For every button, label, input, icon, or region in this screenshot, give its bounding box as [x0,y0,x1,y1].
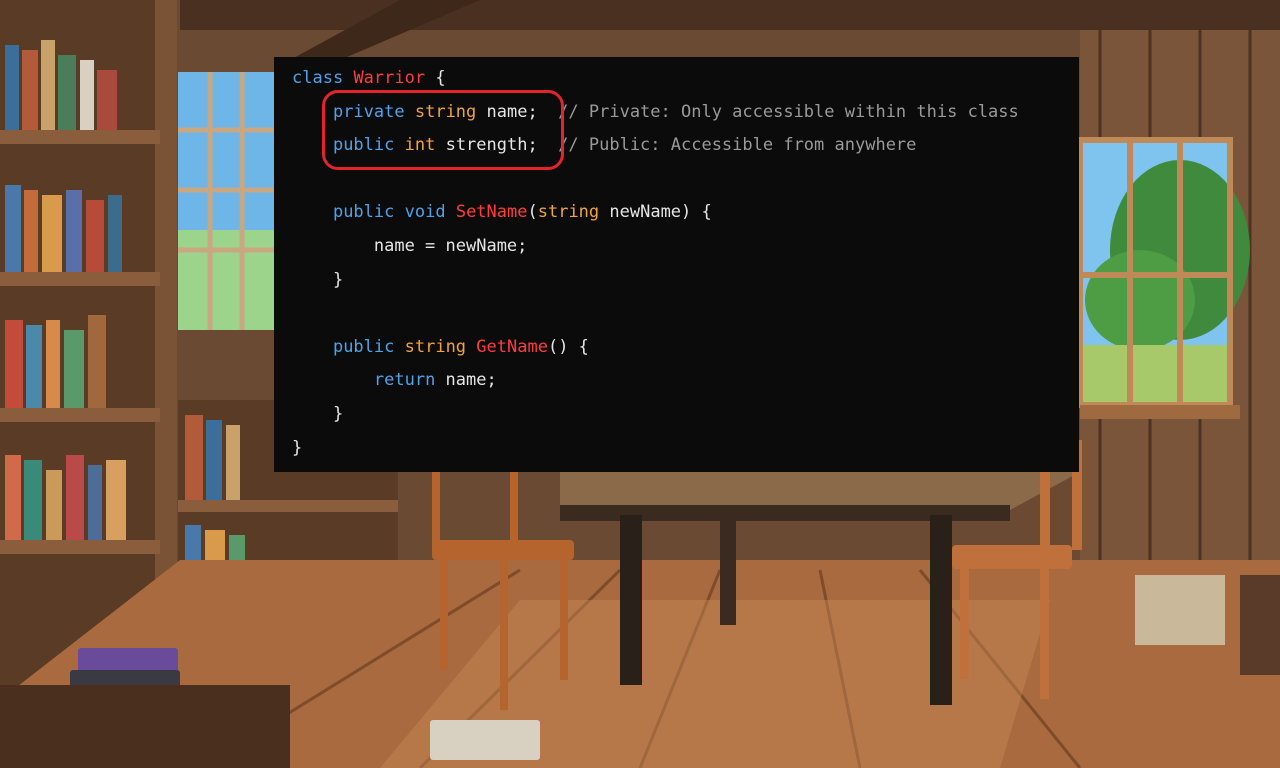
code-line: class Warrior { [292,66,446,90]
code-token: SetName [455,202,528,223]
code-token: { [425,68,446,88]
code-line: return name; [292,368,497,392]
code-token: string [404,336,467,357]
code-line: public string GetName() { [292,335,589,359]
code-line: } [292,436,302,460]
code-token: name; [435,370,497,391]
code-comment: // Public: Accessible from anywhere [537,135,917,156]
code-token: GetName [476,336,548,357]
code-token: return [373,370,436,391]
code-token: string [537,202,600,223]
code-token: } [292,404,344,424]
code-line: } [292,402,343,426]
code-token: void [404,202,446,223]
code-token: ( [527,202,538,223]
code-comment: // Private: Only accessible within this … [537,101,1019,122]
code-token: public [332,336,395,357]
fields-highlight-ring [322,90,564,170]
code-token: name = newName; [292,236,528,256]
code-line: } [292,268,343,292]
code-token: } [292,437,303,458]
code-token: public [332,202,395,223]
code-token: Warrior [353,68,426,88]
code-panel: class Warrior { private string name; // … [274,57,1079,472]
code-line: public void SetName(string newName) { [292,200,712,224]
code-token: () { [547,336,589,357]
code-token: } [292,269,344,290]
left-window [178,72,274,330]
right-window [1077,137,1250,419]
code-token: newName) { [599,202,712,223]
code-token: class [292,68,344,88]
code-line: name = newName; [292,234,528,258]
